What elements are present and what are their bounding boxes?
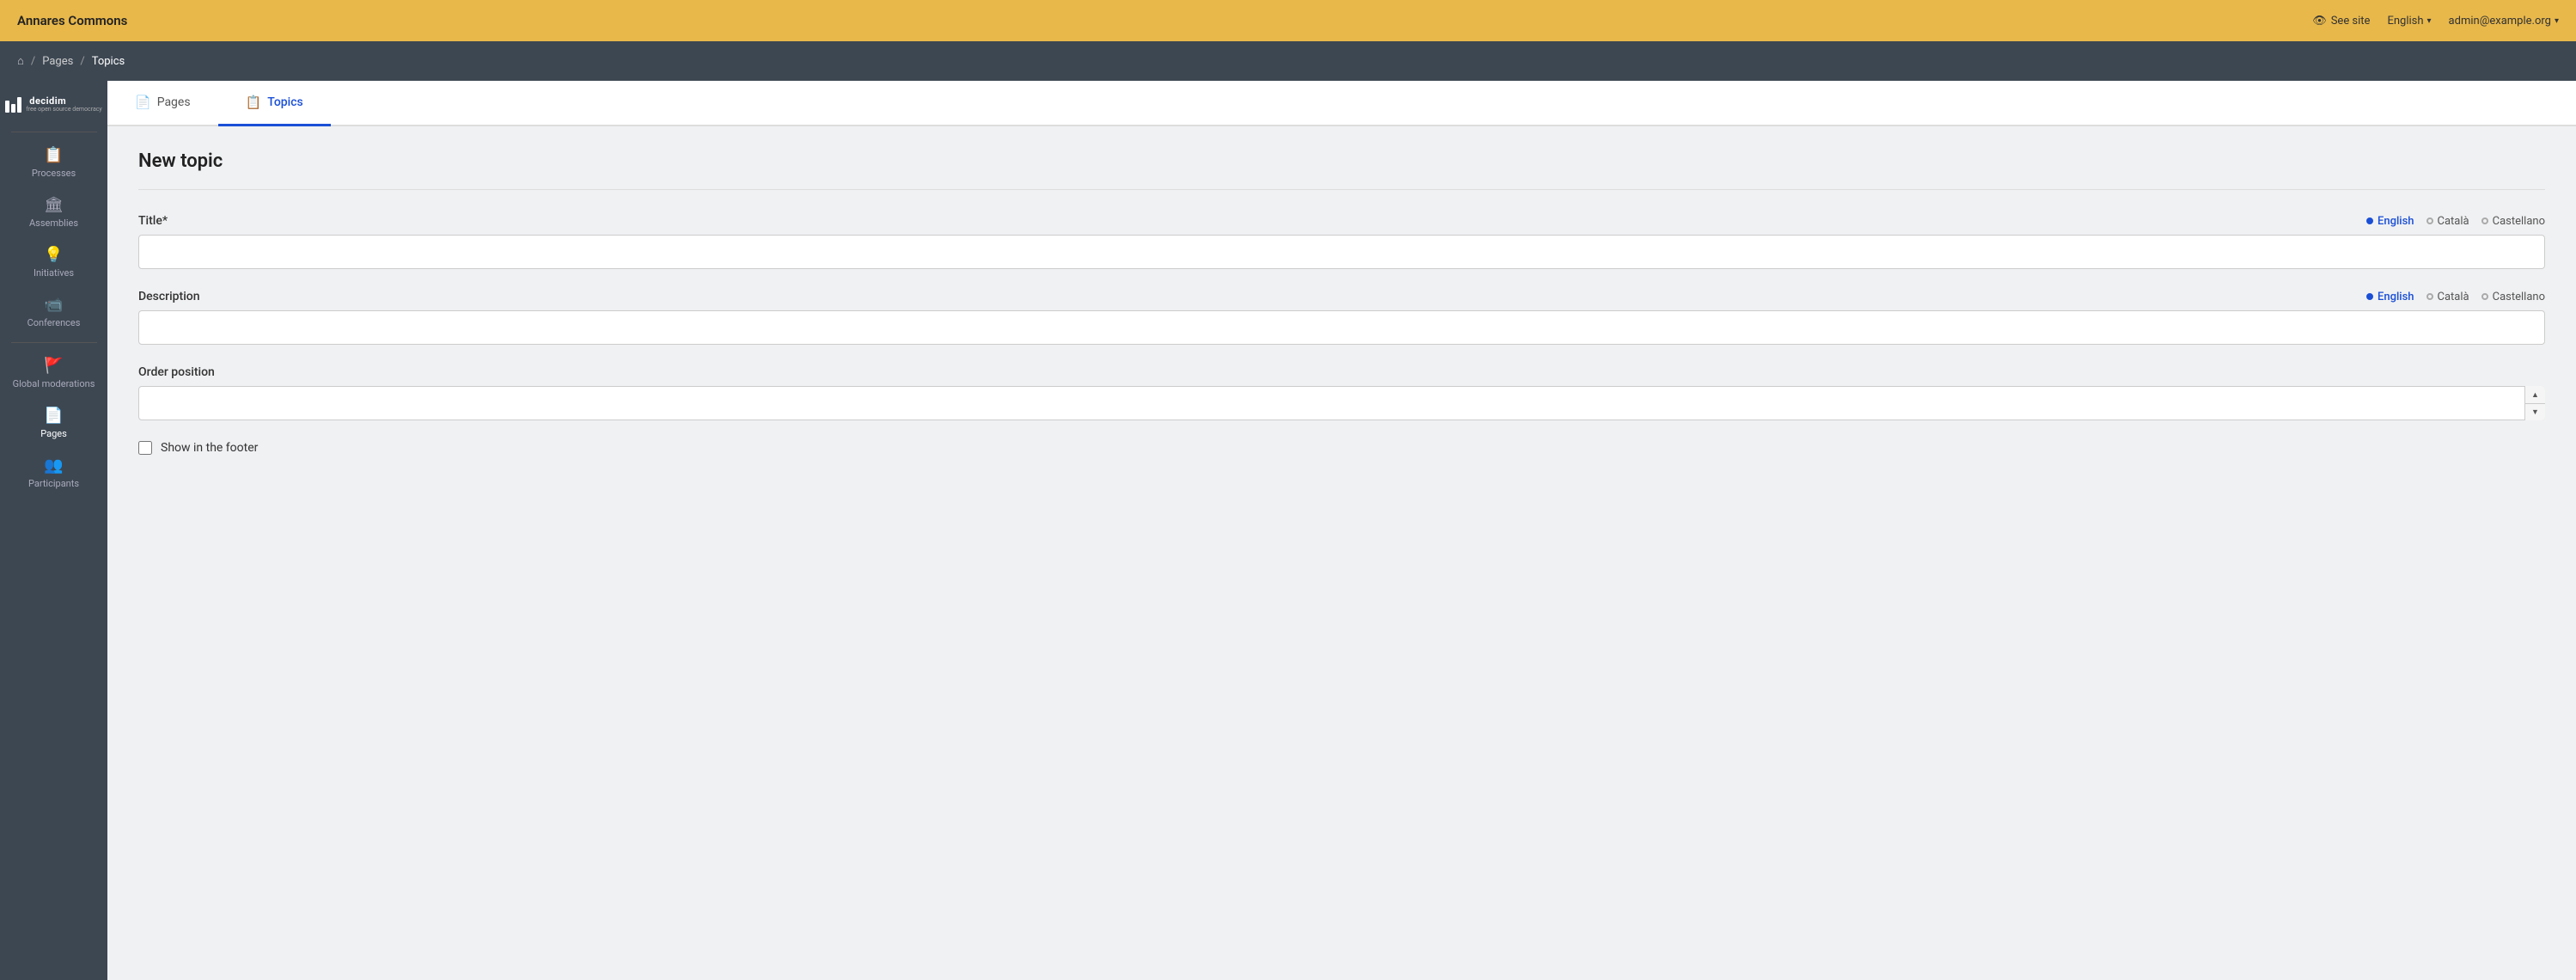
title-lang-castellano[interactable]: Castellano [2481,215,2545,228]
show-in-footer-row: Show in the footer [138,441,2545,455]
sidebar-label-initiatives: Initiatives [34,267,74,279]
order-position-form-group: Order position ▲ ▼ [138,365,2545,420]
desc-catala-dot [2426,293,2433,300]
lang-chevron-icon: ▾ [2427,16,2432,26]
logo-mark: decidim free open source democracy [5,96,102,113]
title-form-group: Title* English Català Castellano [138,214,2545,269]
order-position-input[interactable] [138,386,2545,420]
logo: decidim free open source democracy [5,89,102,126]
english-dot [2366,217,2373,224]
title-lang-catala[interactable]: Català [2426,215,2469,228]
description-label-row: Description English Català Castellano [138,290,2545,303]
breadcrumb-pages[interactable]: Pages [42,55,73,68]
title-lang-tabs: English Català Castellano [2366,215,2545,228]
description-input[interactable] [138,310,2545,345]
initiatives-icon: 💡 [44,246,63,264]
logo-bar-2 [11,104,15,113]
order-input-wrapper: ▲ ▼ [138,386,2545,420]
processes-icon: 📋 [44,146,63,164]
desc-lang-english[interactable]: English [2366,291,2414,303]
header-right: 👁 See site English ▾ admin@example.org ▾ [2312,15,2559,28]
tab-pages-label: Pages [157,95,191,109]
form-divider [138,189,2545,190]
sidebar-label-pages: Pages [40,428,67,439]
logo-sub: free open source democracy [26,106,102,113]
title-label-row: Title* English Català Castellano [138,214,2545,228]
sidebar-label-processes: Processes [32,168,76,179]
show-in-footer-group: Show in the footer [138,441,2545,455]
tab-topics-icon: 📋 [246,95,262,110]
pages-icon: 📄 [44,407,63,425]
tab-pages[interactable]: 📄 Pages [107,81,218,126]
title-label: Title* [138,214,168,228]
sidebar-item-participants[interactable]: 👥 Participants [0,448,107,498]
sidebar-label-conferences: Conferences [27,317,81,328]
main-layout: decidim free open source democracy 📋 Pro… [0,81,2576,980]
desc-lang-catala[interactable]: Català [2426,291,2469,303]
sidebar-item-processes[interactable]: 📋 Processes [0,138,107,187]
sidebar-item-assemblies[interactable]: 🏛 Assemblies [0,187,107,237]
tab-topics-label: Topics [267,95,302,109]
user-chevron-icon: ▾ [2555,16,2559,26]
assemblies-icon: 🏛 [44,196,64,214]
desc-lang-castellano[interactable]: Castellano [2481,291,2545,303]
site-name: Annares Commons [17,13,127,28]
description-lang-tabs: English Català Castellano [2366,291,2545,303]
sidebar-label-participants: Participants [28,478,79,489]
sidebar-item-pages[interactable]: 📄 Pages [0,398,107,448]
page-title: New topic [138,150,2545,172]
sidebar-divider-mid [11,342,97,343]
home-icon[interactable]: ⌂ [17,54,24,68]
logo-bar-1 [5,101,9,113]
content-area: 📄 Pages 📋 Topics New topic Title* Eng [107,81,2576,980]
tabs-bar: 📄 Pages 📋 Topics [107,81,2576,126]
logo-text: decidim [29,96,102,106]
spinner-buttons: ▲ ▼ [2524,386,2545,420]
order-label-row: Order position [138,365,2545,379]
eye-icon: 👁 [2312,15,2327,28]
global-moderations-icon: 🚩 [44,357,63,375]
title-input[interactable] [138,235,2545,269]
see-site-link[interactable]: 👁 See site [2312,15,2370,28]
breadcrumb-sep-1: / [31,55,35,68]
tab-topics[interactable]: 📋 Topics [218,81,331,126]
sidebar-label-global-moderations: Global moderations [13,378,95,389]
language-dropdown[interactable]: English ▾ [2387,15,2431,28]
catala-dot [2426,217,2433,224]
description-form-group: Description English Català Castellano [138,290,2545,345]
sidebar: decidim free open source democracy 📋 Pro… [0,81,107,980]
desc-castellano-dot [2481,293,2488,300]
top-header: Annares Commons 👁 See site English ▾ adm… [0,0,2576,41]
show-in-footer-checkbox[interactable] [138,441,152,455]
conferences-icon: 📹 [44,296,63,314]
description-label: Description [138,290,200,303]
order-label: Order position [138,365,215,379]
user-dropdown[interactable]: admin@example.org ▾ [2449,15,2559,28]
sidebar-item-global-moderations[interactable]: 🚩 Global moderations [0,348,107,398]
sidebar-item-initiatives[interactable]: 💡 Initiatives [0,237,107,287]
show-in-footer-label[interactable]: Show in the footer [161,441,258,455]
breadcrumb-sep-2: / [80,55,84,68]
castellano-dot [2481,217,2488,224]
participants-icon: 👥 [44,456,63,475]
sidebar-label-assemblies: Assemblies [29,217,78,229]
tab-pages-icon: 📄 [135,95,151,110]
logo-bar-3 [17,97,21,113]
spinner-down-button[interactable]: ▼ [2525,404,2545,421]
spinner-up-button[interactable]: ▲ [2525,386,2545,404]
desc-english-dot [2366,293,2373,300]
breadcrumb-current: Topics [92,55,125,68]
breadcrumb: ⌂ / Pages / Topics [0,41,2576,81]
form-content: New topic Title* English Català [107,126,2576,980]
sidebar-item-conferences[interactable]: 📹 Conferences [0,287,107,337]
title-lang-english[interactable]: English [2366,215,2414,228]
